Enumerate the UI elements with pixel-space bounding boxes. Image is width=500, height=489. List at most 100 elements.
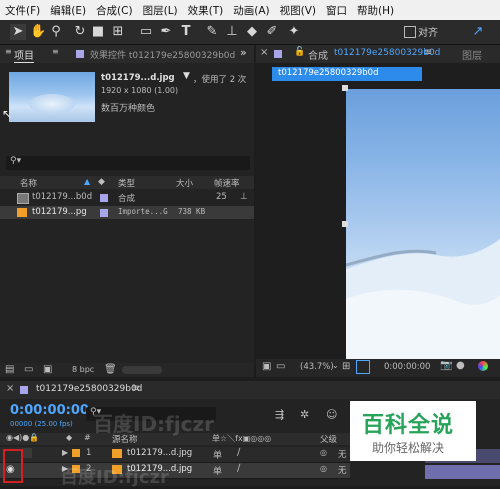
selection-tool-icon[interactable]: ➤ — [10, 24, 26, 40]
flowchart-icon[interactable]: ⊥ — [240, 192, 248, 202]
close-tab-icon[interactable]: × — [6, 383, 14, 394]
footage-thumbnail — [9, 72, 95, 122]
always-preview-icon[interactable]: ▣ — [262, 361, 271, 372]
lock-icon[interactable]: 🔓 — [294, 47, 305, 57]
col-parent[interactable]: 父级 — [320, 433, 337, 445]
project-item-row[interactable]: t012179...b0d 合成 25 ⊥ — [0, 191, 254, 204]
layer-duration-bar[interactable] — [425, 465, 500, 479]
preview-timecode[interactable]: 0:00:00:00 — [384, 362, 430, 372]
quality-switch-icon[interactable]: ∕ — [237, 447, 240, 458]
snap-icon[interactable]: ↗ — [470, 24, 486, 40]
eraser-tool-icon[interactable]: ◆ — [244, 24, 260, 40]
new-composition-icon[interactable]: ▣ — [43, 364, 52, 375]
pen-tool-icon[interactable]: ✒ — [158, 24, 174, 40]
mouse-cursor-icon: ↖ — [2, 107, 13, 121]
type-tool-icon[interactable]: T — [178, 24, 194, 40]
interpret-footage-icon[interactable]: ▤ — [5, 364, 14, 375]
close-tab-icon[interactable]: × — [260, 47, 268, 58]
col-name[interactable]: 名称 — [20, 177, 37, 189]
region-of-interest-icon[interactable] — [356, 360, 370, 374]
bounding-handle[interactable] — [342, 85, 348, 91]
timeline-comp-name[interactable]: t012179e25800329b0d — [36, 384, 142, 394]
menu-layer[interactable]: 图层(L) — [138, 3, 183, 18]
menu-bar: 文件(F) 编辑(E) 合成(C) 图层(L) 效果(T) 动画(A) 视图(V… — [0, 0, 500, 20]
fit-view-icon[interactable]: ⊞ — [342, 361, 350, 372]
composition-viewer[interactable] — [342, 85, 500, 359]
brush-tool-icon[interactable]: ✎ — [204, 24, 220, 40]
label-color-swatch — [100, 194, 108, 202]
trash-icon[interactable]: 🗑 — [104, 364, 117, 375]
pickwhip-icon[interactable]: ◎ — [320, 464, 327, 473]
shy-layers-icon[interactable]: ☺ — [326, 408, 337, 421]
composition-footer: ▣ ▭ (43.7%) ⌄ ⊞ 0:00:00:00 📷 ● — [256, 359, 500, 377]
rectangle-tool-icon[interactable]: ▭ — [138, 24, 154, 40]
snapshot-icon[interactable]: 📷 — [440, 360, 452, 371]
menu-file[interactable]: 文件(F) — [0, 3, 45, 18]
bounding-handle[interactable] — [342, 221, 348, 227]
sort-arrow-icon[interactable]: ▲ — [84, 177, 90, 186]
label-color-swatch — [274, 50, 282, 58]
project-search-input[interactable]: ⚲▾ — [6, 156, 250, 170]
horizontal-scrollbar[interactable] — [122, 366, 162, 374]
menu-edit[interactable]: 编辑(E) — [45, 3, 91, 18]
menu-effect[interactable]: 效果(T) — [183, 3, 229, 18]
align-checkbox[interactable] — [404, 26, 416, 38]
tab-effect-controls[interactable]: 效果控件 t012179e25800329b0d — [90, 48, 235, 61]
current-time-display[interactable]: 0:00:00:00 — [10, 403, 89, 418]
panel-overflow-icon[interactable]: » — [240, 46, 247, 59]
comp-tab-label[interactable]: 合成 — [308, 47, 328, 62]
menu-animation[interactable]: 动画(A) — [228, 3, 274, 18]
draft-3d-icon[interactable]: ✲ — [300, 408, 309, 421]
layer-name[interactable]: t012179...d.jpg — [127, 448, 192, 458]
parent-dropdown[interactable]: 无 — [338, 448, 347, 460]
camera-tool-icon[interactable]: ■ — [90, 24, 106, 40]
clone-stamp-tool-icon[interactable]: ⊥ — [224, 24, 240, 40]
expand-arrow-icon[interactable]: ▶ — [62, 448, 68, 457]
hand-tool-icon[interactable]: ✋ — [30, 24, 46, 40]
quality-switch-icon[interactable]: ∕ — [237, 463, 240, 474]
show-snapshot-icon[interactable]: ● — [456, 360, 465, 371]
zoom-dropdown[interactable]: (43.7%) — [300, 362, 334, 372]
col-fps[interactable]: 帧速率 — [214, 177, 240, 189]
roto-brush-tool-icon[interactable]: ✐ — [264, 24, 280, 40]
comp-breadcrumb[interactable]: t012179e25800329b0d — [272, 67, 422, 81]
menu-window[interactable]: 窗口 — [321, 3, 352, 18]
rotate-tool-icon[interactable]: ↻ — [72, 24, 88, 40]
tab-project[interactable]: 项目 — [14, 47, 34, 63]
menu-help[interactable]: 帮助(H) — [352, 3, 399, 18]
brand-tagline: 助你轻松解决 — [372, 441, 445, 455]
pan-behind-tool-icon[interactable]: ⊞ — [110, 24, 126, 40]
zoom-tool-icon[interactable]: ⚲ — [48, 24, 64, 40]
timeline-layer-row[interactable]: ◉ ▶ 2 t012179...d.jpg 单 ∕ ◎ 无 — [0, 463, 350, 479]
new-folder-icon[interactable]: ▭ — [24, 364, 33, 375]
monitor-icon[interactable]: ▭ — [276, 361, 285, 372]
menu-composition[interactable]: 合成(C) — [91, 3, 138, 18]
chevron-down-icon[interactable]: ⌄ — [332, 361, 339, 370]
parent-dropdown[interactable]: 无 — [338, 464, 347, 476]
menu-view[interactable]: 视图(V) — [275, 3, 321, 18]
label-tag-icon[interactable]: ◆ — [98, 177, 105, 187]
pickwhip-icon[interactable]: ◎ — [320, 448, 327, 457]
col-type[interactable]: 类型 — [118, 177, 135, 189]
composition-mini-flowchart-icon[interactable]: ⇶ — [275, 408, 284, 421]
panel-menu-icon[interactable]: ≡ — [5, 47, 12, 56]
composition-panel-header: × 🔓 合成 t012179e25800329b0d ≡ 图层 — [256, 45, 500, 63]
usage-dropdown-icon[interactable]: ▼ — [183, 71, 190, 81]
audio-toggle[interactable] — [22, 448, 32, 458]
channel-icon[interactable] — [478, 361, 488, 371]
bit-depth-label[interactable]: 8 bpc — [72, 365, 94, 374]
panel-menu-icon[interactable]: ≡ — [132, 383, 140, 394]
image-file-icon — [112, 449, 122, 458]
project-item-row[interactable]: t012179...pg Importe...G 738 KB — [0, 206, 254, 219]
panel-menu-icon-2[interactable]: ≡ — [52, 47, 59, 56]
shy-switch-icon[interactable]: 单 — [213, 464, 222, 477]
layer-tab[interactable]: 图层 — [462, 47, 482, 62]
shy-switch-icon[interactable]: 单 — [213, 448, 222, 461]
puppet-tool-icon[interactable]: ✦ — [286, 24, 302, 40]
selected-file-dimensions: 1920 x 1080 (1.00) — [101, 86, 179, 95]
panel-menu-icon[interactable]: ≡ — [424, 47, 432, 58]
timeline-layer-row[interactable]: ▶ 1 t012179...d.jpg 单 ∕ ◎ 无 — [0, 447, 350, 463]
watermark-text: 百度ID:fjczr — [93, 412, 214, 436]
col-size[interactable]: 大小 — [176, 177, 193, 189]
project-columns-header: 名称 ▲ ◆ 类型 大小 帧速率 — [0, 176, 254, 189]
